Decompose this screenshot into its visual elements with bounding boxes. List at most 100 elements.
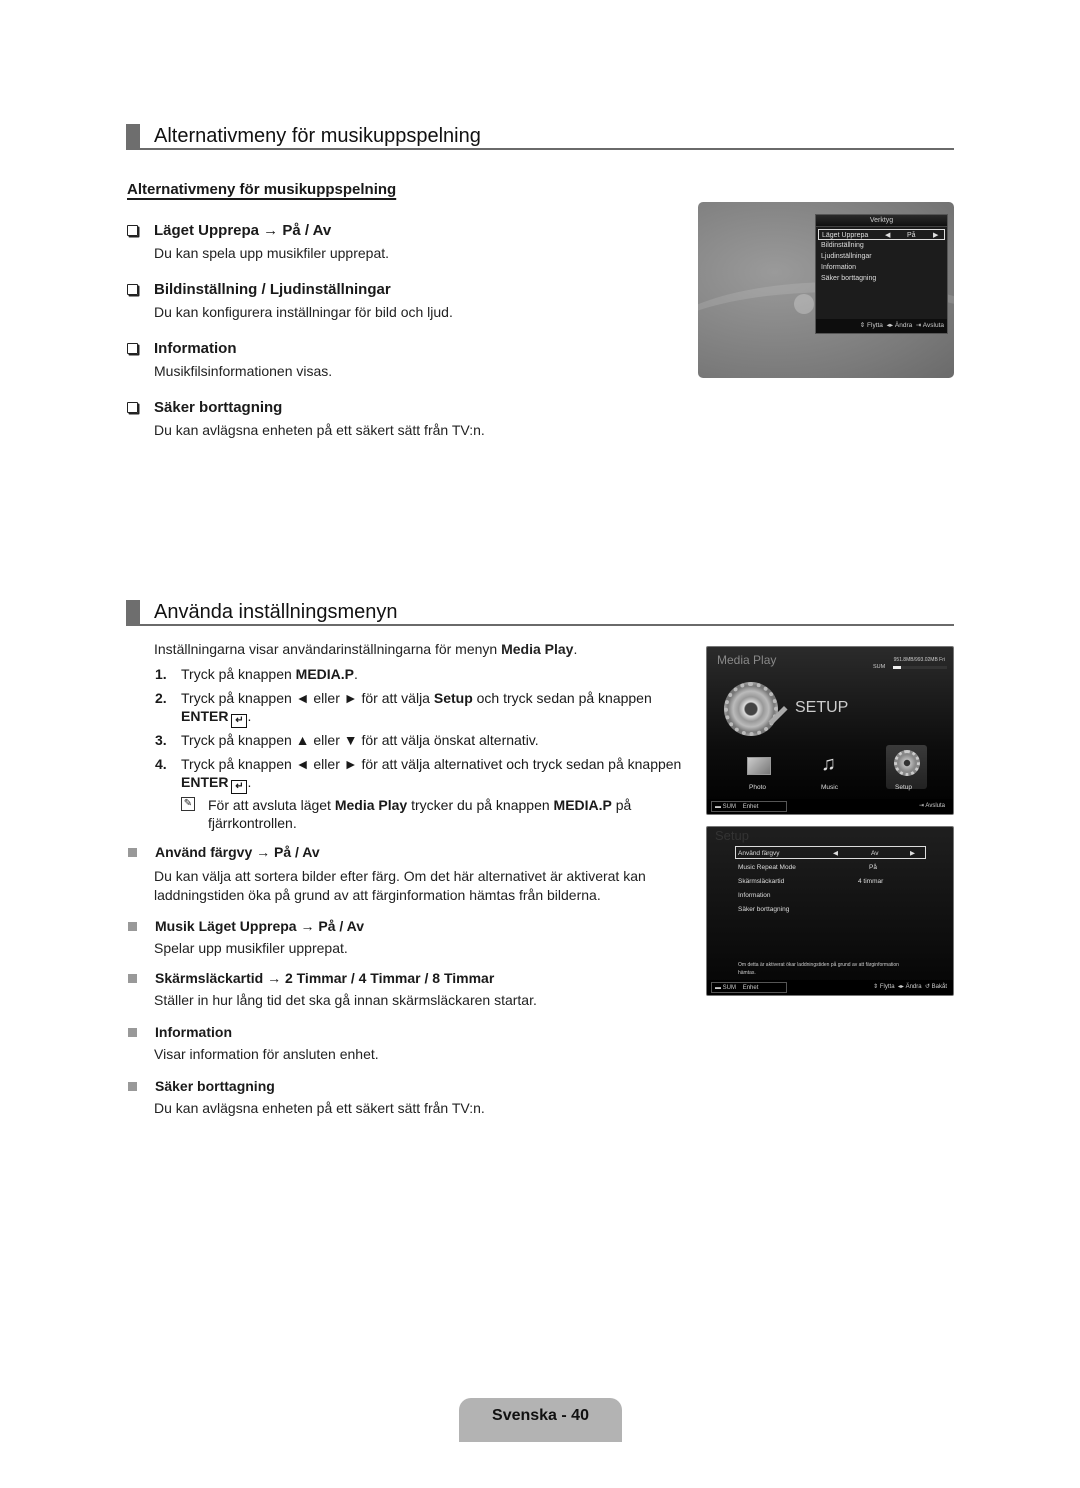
section-heading-setup-menu: Använda inställningsmenyn xyxy=(126,600,954,626)
square-bullet-icon xyxy=(128,847,137,857)
note-text: fjärrkontrollen. xyxy=(208,815,297,831)
option-title: Musik Läget Upprepa → På / Av xyxy=(128,918,688,934)
footer-nav: ⇕ Flytta ◂▸ Ändra ↺ Bakåt xyxy=(873,980,947,995)
footer-device: SUM xyxy=(722,985,737,991)
leftright-icon: ◂▸ xyxy=(886,322,894,329)
menu-item[interactable]: Information xyxy=(816,262,947,273)
step-text: Tryck på knappen ◄ eller ► för att välja xyxy=(181,690,434,706)
media-play-title: Media Play xyxy=(717,653,777,667)
note: ✎ För att avsluta läget Media Play tryck… xyxy=(181,796,681,832)
setup-row[interactable]: Skärmsläckartid 4 timmar xyxy=(738,876,924,887)
step-2: 2. Tryck på knappen ◄ eller ► för att vä… xyxy=(155,690,652,728)
option-desc: Du kan avlägsna enheten på ett säkert sä… xyxy=(154,1100,485,1116)
option-title-text: Information xyxy=(155,1024,232,1040)
menu-item[interactable]: Säker borttagning xyxy=(816,273,947,284)
setup-menu-screenshot: Setup Använd färgvy Av ◀ ▶ Music Repeat Mode… xyxy=(706,826,954,996)
option-title-text: Säker borttagning xyxy=(155,1078,275,1094)
device-selector[interactable]: ▬ SUM Enhet xyxy=(711,801,787,812)
icon-label-setup: Setup xyxy=(895,784,912,791)
footer-change: Ändra xyxy=(905,984,922,990)
icon-label-photo: Photo xyxy=(749,784,766,791)
menu-item[interactable]: Ljudinställningar xyxy=(816,251,947,262)
step-text: Tryck på knappen ◄ eller ► för att välja… xyxy=(181,756,682,772)
storage-bar-fill xyxy=(893,666,902,669)
checkbox-bullet-icon xyxy=(127,225,138,236)
music-icon[interactable]: ♫ xyxy=(821,753,836,776)
heading-bar xyxy=(126,124,140,150)
item-title-text: Läget Upprepa → På / Av xyxy=(154,222,332,239)
list-item-title: Information xyxy=(127,340,485,357)
step-1: 1. Tryck på knappen MEDIA.P. xyxy=(155,665,685,683)
footer-exit: Avsluta xyxy=(922,322,944,329)
item-title-text: Information xyxy=(154,340,237,357)
section-title: Alternativmeny för musikuppspelning xyxy=(154,125,481,147)
checkbox-bullet-icon xyxy=(127,402,138,413)
setup-heading: SETUP xyxy=(795,699,849,716)
setup-icon[interactable] xyxy=(894,750,920,776)
device-label: SUM xyxy=(873,664,886,670)
setup-row[interactable]: Information xyxy=(738,890,924,901)
exit-icon: ⇥ xyxy=(915,322,922,329)
setup-row[interactable]: Music Repeat Mode På xyxy=(738,862,924,873)
option-desc: Ställer in hur lång tid det ska gå innan… xyxy=(154,992,537,1008)
storage-text: 951.8MB/993.02MB Fri xyxy=(893,657,945,663)
footer-exit-label: Avsluta xyxy=(925,803,945,809)
footer-unit: Enhet xyxy=(742,804,759,810)
step-text: Tryck på knappen xyxy=(181,666,296,682)
list-item-title: Bildinställning / Ljudinställningar xyxy=(127,281,485,298)
setup-row-value: På xyxy=(869,864,877,871)
option-desc: Spelar upp musikfiler upprepat. xyxy=(154,940,348,956)
intro-post: . xyxy=(573,641,578,657)
setup-row[interactable]: Använd färgvy Av ◀ ▶ xyxy=(738,848,924,859)
item-desc: Du kan avlägsna enheten på ett säkert sä… xyxy=(154,422,485,438)
media-footer: ▬ SUM Enhet ⇥ Avsluta xyxy=(707,799,953,814)
intro-bold: Media Play xyxy=(501,641,574,657)
option-title: Använd färgvy → På / Av xyxy=(128,844,688,860)
note-bold: MEDIA.P xyxy=(553,797,612,813)
option-title: Information xyxy=(128,1024,688,1040)
section-heading-music-options: Alternativmeny för musikuppspelning xyxy=(126,124,954,150)
device-selector[interactable]: ▬ SUM Enhet xyxy=(711,982,787,993)
item-title-text: Säker borttagning xyxy=(154,399,283,416)
step-4: 4. Tryck på knappen ◄ eller ► för att vä… xyxy=(155,756,682,794)
enter-icon: ↵ xyxy=(231,780,248,794)
step-number: 4. xyxy=(155,756,167,772)
footer-back: Bakåt xyxy=(931,984,947,990)
square-bullet-icon xyxy=(128,921,137,931)
option-desc: Visar information för ansluten enhet. xyxy=(154,1046,379,1062)
step-bold: Setup xyxy=(433,690,473,706)
tools-menu: Verktyg Läget Upprepa ◀ På ▶ Bildinställ… xyxy=(815,214,948,334)
checkbox-bullet-icon xyxy=(127,284,138,295)
desc-line: Du kan välja att sortera bilder efter fä… xyxy=(154,868,646,884)
intro-text: Inställningarna visar användarinställnin… xyxy=(154,641,577,657)
menu-item[interactable]: Bildinställning xyxy=(816,240,947,251)
square-bullet-icon xyxy=(128,973,137,983)
photo-icon[interactable] xyxy=(747,757,771,775)
enter-label: ENTER xyxy=(181,708,229,724)
page-number-tab: Svenska - 40 xyxy=(459,1398,622,1442)
setup-row[interactable]: Säker borttagning xyxy=(738,904,924,915)
updown-icon: ⇕ xyxy=(859,322,866,329)
option-title-text: Skärmsläckartid → 2 Timmar / 4 Timmar / … xyxy=(155,970,495,986)
usb-icon: ▬ xyxy=(715,985,721,991)
footer-move: Flytta xyxy=(879,984,895,990)
step-number: 1. xyxy=(155,666,167,682)
setup-row-value: Av xyxy=(871,850,879,857)
menu-item-selected[interactable]: Läget Upprepa ◀ På ▶ xyxy=(818,229,945,240)
setup-row-label: Säker borttagning xyxy=(738,906,790,913)
list-item-title: Säker borttagning xyxy=(127,399,485,416)
intro-pre: Inställningarna visar användarinställnin… xyxy=(154,641,502,657)
enter-label: ENTER xyxy=(181,774,229,790)
updown-icon: ⇕ xyxy=(873,984,879,990)
step-number: 2. xyxy=(155,690,167,706)
enter-icon: ↵ xyxy=(231,714,248,728)
section-title: Använda inställningsmenyn xyxy=(154,601,398,623)
menu-footer: ⇕ Flytta ◂▸ Ändra ⇥ Avsluta xyxy=(816,319,947,333)
heading-bar xyxy=(126,600,140,626)
subheading: Alternativmeny för musikuppspelning xyxy=(127,181,397,198)
setup-footer: ▬ SUM Enhet ⇕ Flytta ◂▸ Ändra ↺ Bakåt xyxy=(707,980,953,995)
note-text: För att avsluta läget xyxy=(208,797,335,813)
step-bold: MEDIA.P xyxy=(295,666,354,682)
option-title: Säker borttagning xyxy=(128,1078,688,1094)
return-icon: ↺ xyxy=(924,984,930,990)
